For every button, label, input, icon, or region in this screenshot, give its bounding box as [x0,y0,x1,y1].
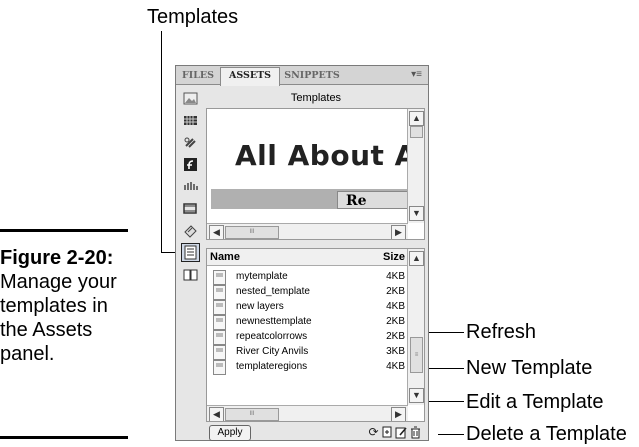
delete-template-callout: Delete a Template [466,423,627,445]
tab-snippets[interactable]: SNIPPETS [282,68,342,84]
preview-scroll-up-button[interactable]: ▲ [409,111,424,126]
edit-template-leader [424,401,464,402]
template-row[interactable]: mytemplate 4KB [207,269,409,285]
templates-icon[interactable] [181,243,200,262]
template-file-icon [213,270,226,285]
template-preview: All About Ar Re ▲ ▼ ◀ III ▶ [206,108,425,240]
template-size: 4KB [386,271,405,282]
category-header: Templates [290,92,342,104]
template-name: newnesttemplate [236,316,312,327]
flash-icon[interactable] [182,156,199,173]
caption-rule-top [0,229,128,232]
list-vscroll[interactable]: ▲ ≡ ▼ [407,249,424,405]
refresh-icon[interactable]: ⟳ [367,425,380,439]
panel-options-menu-icon[interactable]: ▾≡ [411,69,422,80]
delete-template-leader [438,434,464,435]
images-icon[interactable] [182,90,199,107]
assets-content: Templates All About Ar Re ▲ ▼ ◀ III ▶ Na… [205,86,427,441]
colors-icon[interactable] [182,112,199,129]
template-file-icon [213,360,226,375]
list-vscroll-thumb[interactable]: ≡ [410,337,423,373]
preview-vscroll[interactable]: ▲ ▼ [407,109,424,223]
templates-callout: Templates [147,6,239,28]
preview-hscroll-thumb[interactable]: III [225,226,279,239]
template-list: Name Size mytemplate 4KB nested_template 2K… [206,248,425,422]
preview-scroll-down-button[interactable]: ▼ [409,206,424,221]
list-hscroll[interactable]: ◀ III ▶ [207,405,408,421]
list-scroll-right-button[interactable]: ▶ [391,407,406,421]
scripts-icon[interactable] [182,222,199,239]
template-file-icon [213,315,226,330]
column-name[interactable]: Name [210,249,240,265]
template-name: River City Anvils [236,346,309,357]
edit-template-icon[interactable] [395,425,408,439]
template-row[interactable]: new layers 4KB [207,299,409,315]
template-file-icon [213,345,226,360]
template-row[interactable]: newnesttemplate 2KB [207,314,409,330]
template-file-icon [213,300,226,315]
template-size: 2KB [386,316,405,327]
template-name: new layers [236,301,284,312]
template-size: 4KB [386,301,405,312]
list-scroll-up-button[interactable]: ▲ [409,251,424,266]
edit-template-callout: Edit a Template [466,391,604,413]
template-row[interactable]: nested_template 2KB [207,284,409,300]
new-template-callout: New Template [466,357,593,379]
preview-vscroll-thumb[interactable] [410,126,423,138]
delete-template-icon[interactable] [409,425,422,439]
template-row[interactable]: River City Anvils 3KB [207,344,409,360]
list-scroll-down-button[interactable]: ▼ [409,388,424,403]
movies-icon[interactable] [182,200,199,217]
list-hscroll-thumb[interactable]: III [225,408,279,421]
template-size: 4KB [386,361,405,372]
template-name: templateregions [236,361,308,372]
refresh-callout: Refresh [466,321,537,343]
assets-panel: FILES ASSETS SNIPPETS ▾≡ Templates All A… [175,65,429,441]
template-file-icon [213,330,226,345]
figure-text: Manage your templates in the Assets pane… [0,271,117,365]
template-row[interactable]: repeatcolorrows 2KB [207,329,409,345]
caption-rule-bottom [0,436,128,439]
figure-label: Figure 2-20: [0,247,114,269]
preview-scroll-right-button[interactable]: ▶ [391,225,406,239]
apply-button[interactable]: Apply [209,425,251,441]
template-size: 2KB [386,286,405,297]
template-size: 2KB [386,331,405,342]
template-name: repeatcolorrows [236,331,308,342]
template-name: nested_template [236,286,310,297]
tab-files[interactable]: FILES [178,68,218,84]
panel-tab-bar: FILES ASSETS SNIPPETS ▾≡ [176,66,428,86]
template-name: mytemplate [236,271,288,282]
panel-footer: Apply ⟳ [205,424,427,441]
preview-hscroll[interactable]: ◀ III ▶ [207,223,408,239]
figure-caption: Figure 2-20: Manage your templates in th… [0,246,130,366]
template-size: 3KB [386,346,405,357]
tab-assets[interactable]: ASSETS [220,67,280,86]
urls-icon[interactable] [182,134,199,151]
preview-scroll-left-button[interactable]: ◀ [209,225,224,239]
template-file-icon [213,285,226,300]
templates-leader [161,31,162,253]
list-header: Name Size [207,249,409,266]
list-scroll-left-button[interactable]: ◀ [209,407,224,421]
preview-tag: Re [337,191,411,209]
preview-title: All About Ar [235,139,425,172]
library-icon[interactable] [182,266,199,283]
shockwave-icon[interactable] [182,178,199,195]
column-size[interactable]: Size [383,249,405,265]
new-template-icon[interactable] [381,425,394,439]
template-row[interactable]: templateregions 4KB [207,359,409,375]
